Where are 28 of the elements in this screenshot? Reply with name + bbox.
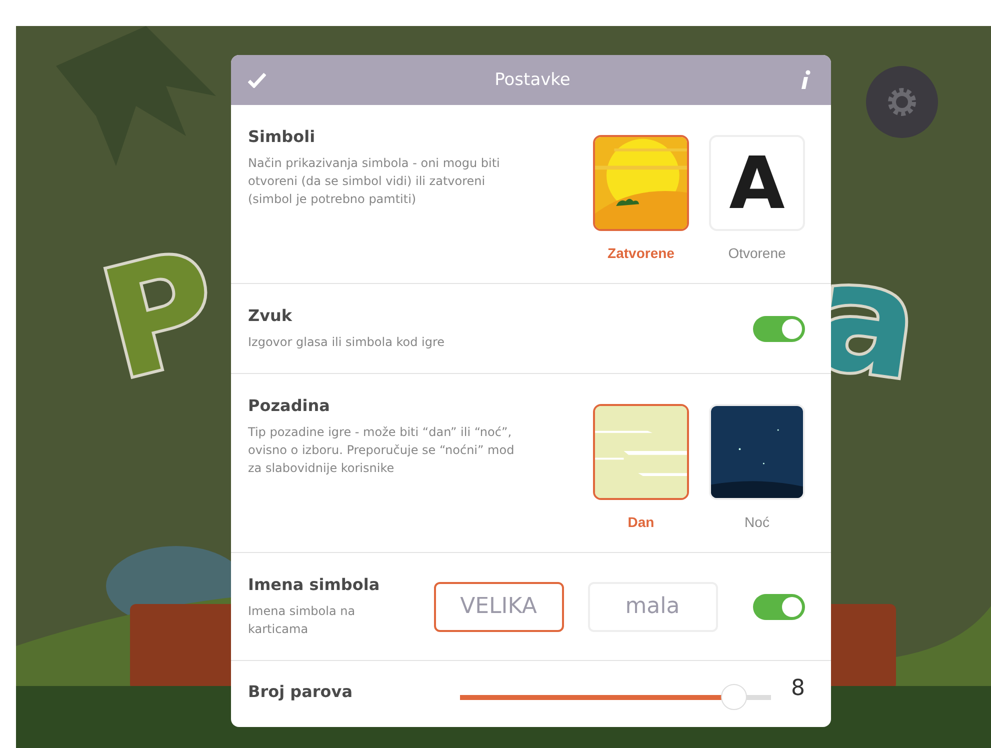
section-title: Broj parova: [248, 682, 352, 701]
section-description: Imena simbola na karticama: [248, 603, 356, 638]
case-option-button[interactable]: mala: [588, 582, 718, 632]
option-label[interactable]: Dan: [628, 514, 654, 530]
logo-letter: P: [90, 230, 232, 402]
section-description: Način prikazivanja simbola - oni mogu biti otvoreni (da se simbol vidi) ili zatvoreni (simbol je potrebno pamtiti): [248, 155, 501, 208]
info-icon[interactable]: [799, 70, 811, 90]
section-description: Izgovor glasa ili simbola kod igre: [248, 334, 446, 351]
section-title: Simboli: [248, 127, 316, 146]
section-description: Tip pozadine igre - može biti “dan” ili “noć”, ovisno o izboru. Preporučuje se “noćni” mod za slabovidnije korisnike: [248, 424, 516, 477]
option-label[interactable]: Noć: [744, 514, 770, 530]
option-label[interactable]: Zatvorene: [608, 245, 674, 261]
toggle-switch[interactable]: [753, 316, 805, 342]
section-title: Zvuk: [248, 306, 294, 325]
option-tile[interactable]: A: [709, 135, 805, 231]
check-icon[interactable]: [248, 72, 266, 88]
option-tile[interactable]: [593, 135, 689, 231]
case-option-button[interactable]: VELIKA: [434, 582, 564, 632]
option-tile[interactable]: [593, 404, 689, 500]
dialog-title: Postavke: [494, 70, 570, 90]
slider-thumb[interactable]: [720, 684, 747, 710]
section-title: Pozadina: [248, 396, 331, 415]
settings-icon[interactable]: [866, 66, 938, 138]
toggle-switch[interactable]: [753, 594, 805, 620]
letter-glyph: A: [729, 141, 785, 225]
option-label[interactable]: Otvorene: [728, 245, 786, 261]
section-title: Imena simbola: [248, 575, 381, 594]
slider-value: 8: [791, 677, 805, 701]
